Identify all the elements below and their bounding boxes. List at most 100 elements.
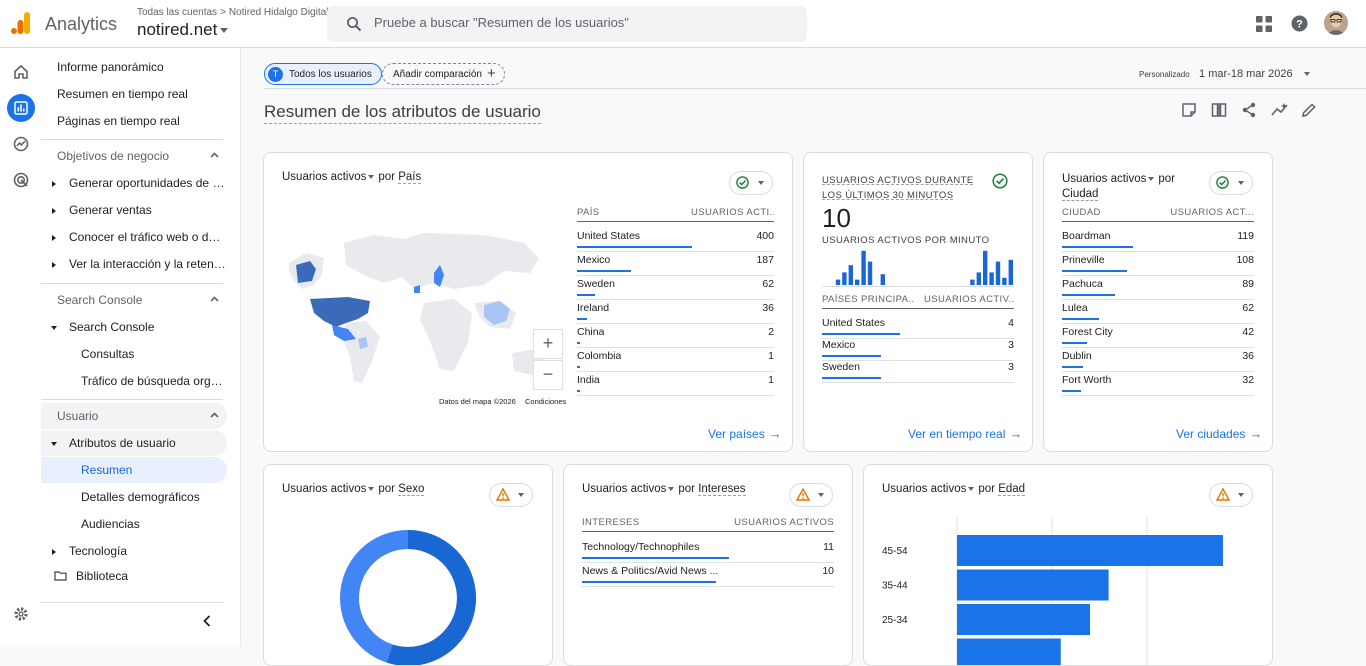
compare-columns-icon[interactable] <box>1211 102 1227 118</box>
table-row[interactable]: Boardman 119 <box>1062 230 1254 254</box>
realtime-card-title[interactable]: USUARIOS ACTIVOS DURANTE LOS ÚLTIMOS 30 … <box>822 173 982 203</box>
table-row[interactable]: Pachuca 89 <box>1062 278 1254 302</box>
table-row[interactable]: Sweden 3 <box>822 361 1014 385</box>
minute-bar[interactable] <box>867 261 873 285</box>
table-row[interactable]: United States 4 <box>822 317 1014 341</box>
edit-comparisons-icon[interactable] <box>1181 102 1197 118</box>
account-breadcrumb[interactable]: Todas las cuentas > Notired Hidalgo Digita… <box>137 7 328 18</box>
table-row[interactable]: Lulea 62 <box>1062 302 1254 326</box>
minute-bar[interactable] <box>880 274 885 285</box>
nav-conocer-trafico[interactable]: Conocer el tráfico web o de a... <box>41 224 227 250</box>
minute-bar[interactable] <box>995 261 1001 285</box>
nav-tecnologia[interactable]: Tecnología <box>41 538 227 564</box>
table-row[interactable]: India 1 <box>577 374 774 398</box>
nav-biblioteca[interactable]: Biblioteca <box>41 563 227 589</box>
minute-bar[interactable] <box>970 279 975 285</box>
column-header-active-users[interactable]: USUARIOS ACTI... <box>691 207 774 218</box>
table-row[interactable]: Prineville 108 <box>1062 254 1254 278</box>
column-header-city[interactable]: CIUDAD <box>1062 207 1152 218</box>
search-input[interactable] <box>374 15 794 30</box>
gender-donut-chart[interactable] <box>339 529 477 666</box>
reports-icon[interactable] <box>7 94 35 122</box>
dimension-selector[interactable]: Sexo <box>398 483 425 496</box>
map-terms-link[interactable]: Condiciones <box>525 397 566 406</box>
data-quality-status[interactable] <box>1209 483 1253 507</box>
collapse-nav-icon[interactable] <box>201 614 213 628</box>
minute-bar[interactable] <box>861 250 866 285</box>
view-cities-link[interactable]: Ver ciudades → <box>1176 426 1262 441</box>
home-icon[interactable] <box>7 58 35 86</box>
nav-resumen[interactable]: Resumen <box>41 457 227 483</box>
age-bar[interactable] <box>957 569 1109 601</box>
age-bar[interactable] <box>957 604 1090 635</box>
gender-card-title[interactable]: Usuarios activos por Sexo <box>282 483 425 496</box>
metric-selector[interactable]: Usuarios activos <box>282 171 366 183</box>
table-row[interactable]: Mexico 3 <box>822 339 1014 363</box>
nav-ver-interaccion[interactable]: Ver la interacción y la retenci... <box>41 251 227 277</box>
minute-bar[interactable] <box>848 265 853 285</box>
nav-section-usuario[interactable]: Usuario <box>41 403 227 429</box>
data-quality-status[interactable] <box>1209 171 1253 195</box>
world-map[interactable] <box>284 213 550 393</box>
age-bar-chart[interactable]: 45-54 35-44 25-34 <box>882 517 1252 665</box>
data-quality-status[interactable] <box>789 483 833 507</box>
metric-selector[interactable]: Usuarios activos <box>882 483 966 495</box>
metric-dropdown-icon[interactable] <box>368 174 375 179</box>
account-avatar[interactable] <box>1324 11 1348 35</box>
metric-dropdown-icon[interactable] <box>1148 176 1155 181</box>
nav-trafico-busqueda[interactable]: Tráfico de búsqueda orgán... <box>41 368 227 394</box>
column-header-interests[interactable]: INTERESES <box>582 517 702 528</box>
nav-generar-ventas[interactable]: Generar ventas <box>41 197 227 223</box>
nav-atributos-usuario[interactable]: Atributos de usuario <box>41 430 227 456</box>
admin-settings-icon[interactable] <box>7 600 35 628</box>
age-bar[interactable] <box>957 535 1223 566</box>
view-countries-link[interactable]: Ver países → <box>708 426 782 441</box>
nav-section-objetivos[interactable]: Objetivos de negocio <box>41 143 227 169</box>
analytics-logo-icon[interactable] <box>11 12 31 34</box>
data-quality-status[interactable] <box>729 171 773 195</box>
column-header-active-users[interactable]: USUARIOS ACTIVOS <box>714 517 834 528</box>
per-minute-bar-chart[interactable] <box>822 249 1014 285</box>
nav-generar-oportunidades[interactable]: Generar oportunidades de v... <box>41 170 227 196</box>
data-quality-status[interactable] <box>489 483 533 507</box>
dimension-selector[interactable]: País <box>398 171 422 184</box>
dimension-selector[interactable]: Ciudad <box>1062 188 1099 201</box>
metric-dropdown-icon[interactable] <box>968 486 975 491</box>
age-card-title[interactable]: Usuarios activos por Edad <box>882 483 1026 496</box>
metric-selector[interactable]: Usuarios activos <box>582 483 666 495</box>
explore-icon[interactable] <box>7 130 35 158</box>
metric-selector[interactable]: Usuarios activos <box>1062 173 1146 185</box>
metric-dropdown-icon[interactable] <box>668 486 675 491</box>
minute-bar[interactable] <box>1008 259 1013 285</box>
table-row[interactable]: Ireland 36 <box>577 302 774 326</box>
table-row[interactable]: Technology/Technophiles 11 <box>582 541 834 565</box>
country-card-title[interactable]: Usuarios activos por País <box>282 171 422 184</box>
minute-bar[interactable] <box>983 250 988 285</box>
property-selector[interactable]: notired.net <box>137 20 229 40</box>
help-icon[interactable]: ? <box>1291 15 1308 32</box>
page-title[interactable]: Resumen de los atributos de usuario <box>264 102 541 124</box>
table-row[interactable]: Colombia 1 <box>577 350 774 374</box>
advertising-icon[interactable] <box>7 166 35 194</box>
age-bar[interactable] <box>957 638 1061 666</box>
interests-card-title[interactable]: Usuarios activos por Intereses <box>582 483 746 496</box>
minute-bar[interactable] <box>835 279 841 285</box>
nav-detalles-demograficos[interactable]: Detalles demográficos <box>41 484 227 510</box>
nav-section-search-console[interactable]: Search Console <box>41 287 227 313</box>
table-row[interactable]: United States 400 <box>577 230 774 254</box>
column-header-active-users[interactable]: USUARIOS ACT... <box>1162 207 1254 218</box>
share-icon[interactable] <box>1241 102 1257 118</box>
minute-bar[interactable] <box>1002 277 1007 285</box>
minute-bar[interactable] <box>842 272 847 285</box>
apps-grid-icon[interactable] <box>1256 16 1272 32</box>
search-bar[interactable] <box>327 6 807 42</box>
table-row[interactable]: Sweden 62 <box>577 278 774 302</box>
nav-consultas[interactable]: Consultas <box>41 341 227 367</box>
view-realtime-link[interactable]: Ver en tiempo real → <box>908 426 1022 441</box>
add-comparison-button[interactable]: Añadir comparación + <box>382 63 505 85</box>
table-row[interactable]: China 2 <box>577 326 774 350</box>
table-row[interactable]: Forest City 42 <box>1062 326 1254 350</box>
metric-selector[interactable]: Usuarios activos <box>282 483 366 495</box>
minute-bar[interactable] <box>989 272 994 285</box>
minute-bar[interactable] <box>855 279 860 285</box>
